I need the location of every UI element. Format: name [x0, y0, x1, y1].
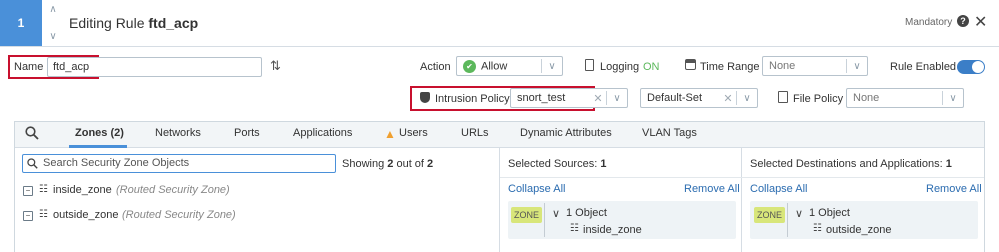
row-divider	[500, 177, 984, 178]
chevron-down-icon[interactable]: ∨	[607, 93, 627, 104]
tab-applications[interactable]: Applications	[293, 127, 352, 139]
column-divider	[741, 148, 742, 252]
swap-icon[interactable]: ⇅	[270, 58, 281, 74]
rule-enabled-toggle[interactable]	[957, 60, 985, 74]
allow-check-icon: ✔	[463, 59, 476, 73]
showing-prefix: Showing	[342, 158, 385, 170]
chevron-down-icon[interactable]: ∨	[737, 93, 757, 104]
search-tab-icon[interactable]	[25, 126, 39, 143]
question-circle-icon[interactable]: ?	[957, 15, 969, 27]
name-label: Name	[14, 61, 44, 73]
file-policy-select[interactable]: None ∨	[846, 88, 964, 108]
intrusion-policy-select[interactable]: snort_test ✕ ∨	[510, 88, 628, 108]
file-policy-label: File Policy	[793, 93, 844, 105]
sources-remove-all[interactable]: Remove All	[684, 183, 740, 195]
action-label: Action	[420, 61, 451, 73]
chevron-down-icon[interactable]: ∨	[49, 31, 56, 42]
zone-checkbox-inside[interactable]: −	[23, 186, 33, 196]
destination-object-name: outside_zone	[826, 224, 892, 236]
zone-tree-icon: ☷	[570, 223, 579, 234]
logging-label: Logging	[600, 61, 640, 73]
action-value: Allow	[481, 59, 508, 72]
selected-sources-count: 1	[600, 158, 607, 170]
selected-destinations-label: Selected Destinations and Applications:	[750, 158, 943, 170]
tab-dynamic-attributes[interactable]: Dynamic Attributes	[520, 127, 612, 139]
shield-icon	[420, 92, 430, 103]
intrusion-policy-value: snort_test	[517, 92, 566, 104]
active-tab-indicator	[69, 145, 127, 148]
logging-status[interactable]: ON	[643, 61, 660, 73]
variable-set-select[interactable]: Default-Set ✕ ∨	[640, 88, 758, 108]
tab-vlan-tags[interactable]: VLAN Tags	[642, 127, 697, 139]
showing-total: 2	[427, 158, 434, 170]
clear-icon[interactable]: ✕	[720, 92, 736, 105]
chevron-down-icon[interactable]: ∨	[795, 207, 803, 220]
destinations-collapse-all[interactable]: Collapse All	[750, 183, 807, 195]
intrusion-policy-label: Intrusion Policy	[435, 93, 510, 105]
selected-destinations-header: Selected Destinations and Applications: …	[750, 158, 952, 170]
chevron-down-icon[interactable]: ∨	[847, 61, 867, 72]
variable-set-value: Default-Set	[647, 92, 703, 104]
title-prefix: Editing Rule	[69, 15, 145, 31]
zone-checkbox-outside[interactable]: −	[23, 211, 33, 221]
tab-users[interactable]: Users	[399, 127, 428, 139]
file-policy-value: None	[853, 92, 880, 104]
rule-enabled-label: Rule Enabled	[890, 61, 957, 73]
time-range-select[interactable]: None ∨	[762, 56, 868, 76]
chevron-down-icon[interactable]: ∨	[943, 93, 963, 104]
tab-zones[interactable]: Zones (2)	[75, 127, 124, 139]
destinations-group-label: 1 Object	[809, 207, 850, 219]
close-icon[interactable]: ✕	[974, 12, 987, 32]
sources-collapse-all[interactable]: Collapse All	[508, 183, 565, 195]
tag-divider	[787, 203, 788, 237]
sources-group-label: 1 Object	[566, 207, 607, 219]
reorder-arrows[interactable]: ∧ ∨	[45, 4, 61, 42]
logging-icon	[585, 59, 594, 71]
action-value-wrap: ✔ Allow	[457, 59, 541, 73]
search-icon	[27, 158, 38, 172]
clear-icon[interactable]: ✕	[590, 92, 606, 105]
tag-divider	[544, 203, 545, 237]
selected-sources-header: Selected Sources: 1	[508, 158, 606, 170]
action-select[interactable]: ✔ Allow ∨	[456, 56, 563, 76]
file-icon	[778, 91, 788, 103]
warning-icon: ▲	[384, 127, 396, 141]
source-object-name: inside_zone	[583, 224, 642, 236]
zone-tag: ZONE	[754, 207, 786, 223]
zone-item-name[interactable]: outside_zone	[53, 209, 118, 221]
name-field[interactable]: ftd_acp	[47, 57, 262, 77]
mandatory-label: Mandatory	[905, 17, 953, 28]
zone-tree-icon: ☷	[39, 184, 48, 195]
column-divider	[499, 148, 500, 252]
tab-ports[interactable]: Ports	[234, 127, 260, 139]
zone-tree-icon: ☷	[813, 223, 822, 234]
time-range-value: None	[769, 60, 796, 72]
header-divider	[0, 46, 999, 47]
showing-middle: out of	[396, 158, 424, 170]
selected-sources-label: Selected Sources:	[508, 158, 598, 170]
zone-item-type: (Routed Security Zone)	[122, 209, 236, 221]
chevron-down-icon[interactable]: ∨	[552, 207, 560, 220]
selected-destinations-count: 1	[945, 158, 952, 170]
title-rule-name: ftd_acp	[148, 15, 199, 31]
rule-number: 1	[0, 0, 42, 46]
calendar-icon	[685, 59, 696, 70]
tab-networks[interactable]: Networks	[155, 127, 201, 139]
chevron-down-icon[interactable]: ∨	[542, 61, 562, 72]
chevron-up-icon[interactable]: ∧	[49, 4, 56, 15]
zone-tree-icon: ☷	[39, 209, 48, 220]
showing-number: 2	[387, 158, 394, 170]
zone-tag: ZONE	[511, 207, 543, 223]
zone-item-type: (Routed Security Zone)	[116, 184, 230, 196]
search-zone-input[interactable]: Search Security Zone Objects	[22, 154, 336, 173]
page-title: Editing Rule ftd_acp	[69, 15, 198, 31]
showing-count: Showing 2 out of 2	[342, 158, 433, 170]
tab-urls[interactable]: URLs	[461, 127, 489, 139]
destinations-remove-all[interactable]: Remove All	[926, 183, 982, 195]
time-range-label: Time Range	[700, 61, 760, 73]
zone-item-name[interactable]: inside_zone	[53, 184, 112, 196]
